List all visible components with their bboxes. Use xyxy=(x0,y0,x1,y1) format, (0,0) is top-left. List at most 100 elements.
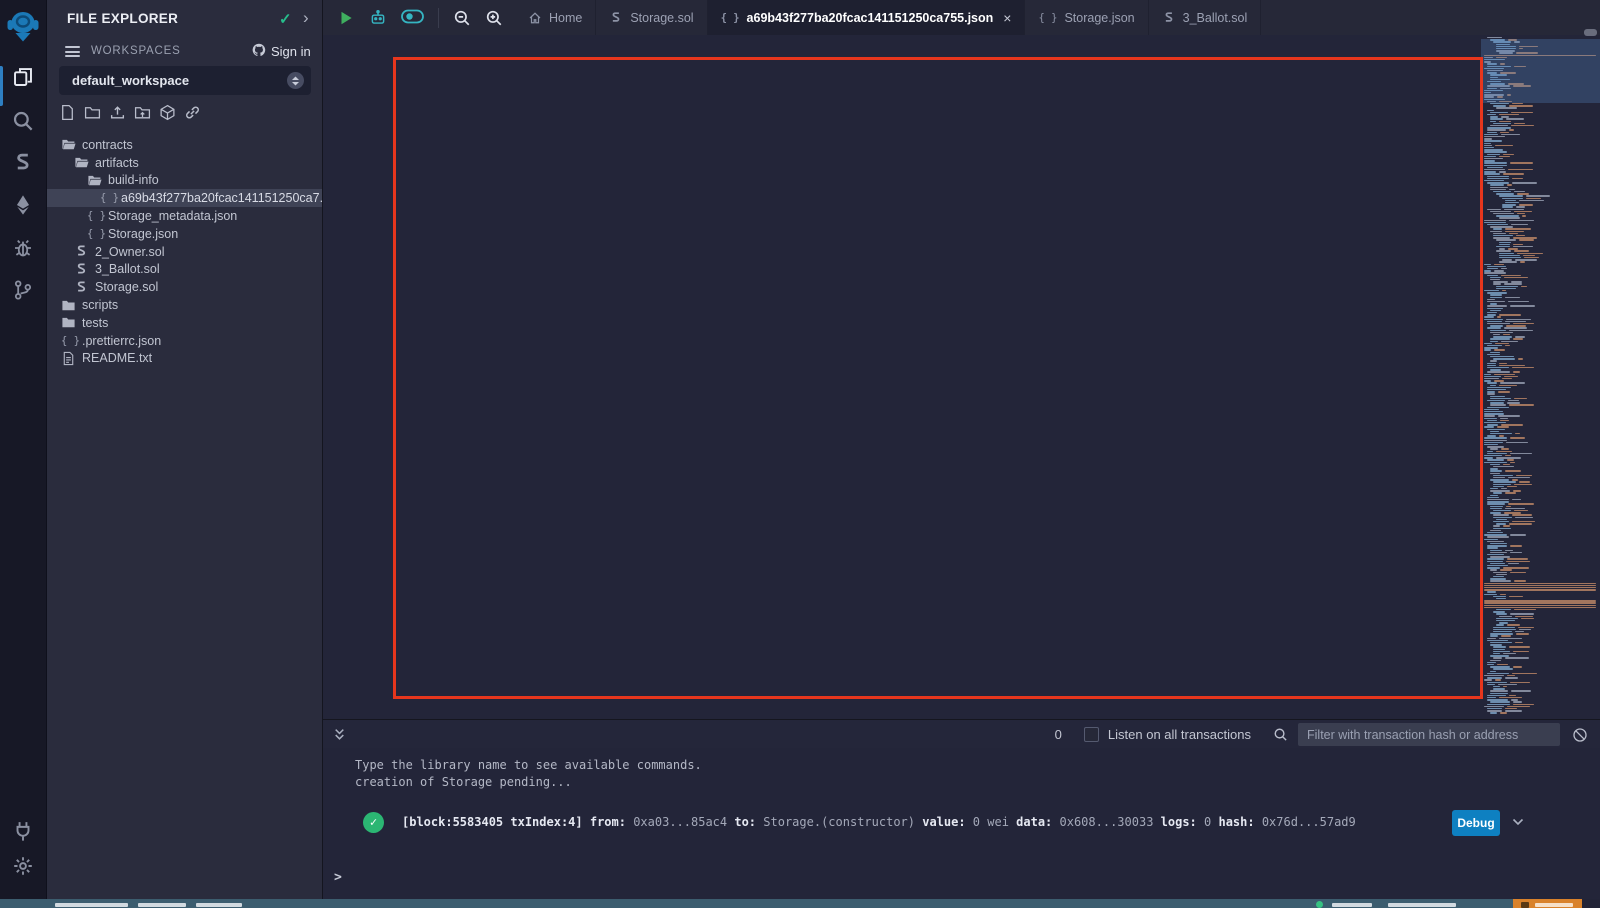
tree-item-label: Storage.sol xyxy=(95,280,158,294)
workspace-select-caret-icon[interactable] xyxy=(287,72,304,89)
file-icon xyxy=(61,351,76,366)
json-file-icon: { } xyxy=(721,12,740,24)
tree-item-label: scripts xyxy=(82,298,118,312)
workspaces-menu-icon[interactable] xyxy=(65,46,80,57)
tree-item-contracts[interactable]: contracts xyxy=(47,136,322,154)
run-script-icon[interactable] xyxy=(337,9,355,27)
transaction-count-badge: 0 xyxy=(1055,727,1062,742)
tree-item-tests[interactable]: tests xyxy=(47,314,322,332)
plugin-manager-icon[interactable] xyxy=(12,820,34,842)
git-icon[interactable] xyxy=(12,279,34,301)
upload-folder-icon[interactable] xyxy=(134,104,151,121)
file-tree: contracts artifacts build-info { }a69b43f27… xyxy=(47,136,322,367)
ipfs-cube-icon[interactable] xyxy=(159,104,176,121)
tab-3-ballot-sol[interactable]: 3_Ballot.sol xyxy=(1149,0,1262,35)
copilot-toggle-icon[interactable] xyxy=(401,9,424,27)
plugin-icon-rail xyxy=(0,0,47,899)
tree-item-a69b43f277ba20fcac141151250ca7-[interactable]: { }a69b43f277ba20fcac141151250ca7... xyxy=(47,189,322,207)
tab-storage-json[interactable]: { }Storage.json xyxy=(1025,0,1148,35)
tree-item-3-ballot-sol[interactable]: 3_Ballot.sol xyxy=(47,261,322,279)
tab-label: 3_Ballot.sol xyxy=(1183,11,1248,25)
folder-open-icon xyxy=(74,155,89,170)
tree-item-label: Storage.json xyxy=(108,227,178,241)
listen-label[interactable]: Listen on all transactions xyxy=(1108,727,1251,742)
link-icon[interactable] xyxy=(184,104,201,121)
folder-open-icon xyxy=(61,137,76,152)
file-explorer-icon[interactable] xyxy=(12,66,34,88)
close-icon[interactable]: × xyxy=(1003,10,1011,26)
tab-label: Storage.sol xyxy=(630,11,693,25)
ai-assistant-icon[interactable] xyxy=(369,9,387,27)
tree-item-storage-json[interactable]: { } Storage.json xyxy=(47,225,322,243)
folder-icon xyxy=(61,298,76,313)
tree-item-label: artifacts xyxy=(95,156,139,170)
folder-open-icon xyxy=(87,173,102,188)
expand-transaction-icon[interactable] xyxy=(1512,818,1524,827)
zoom-out-icon[interactable] xyxy=(453,9,471,27)
upload-file-icon[interactable] xyxy=(109,104,126,121)
status-ok-dot xyxy=(1316,901,1323,908)
workspaces-label: WORKSPACES xyxy=(91,45,181,57)
tree-item-label: README.txt xyxy=(82,351,152,365)
minimap[interactable] xyxy=(1481,35,1600,719)
tree-item-label: .prettierrc.json xyxy=(82,334,161,348)
terminal-output[interactable]: Type the library name to see available c… xyxy=(323,748,1600,899)
json-file-icon: { } xyxy=(61,335,76,347)
new-file-icon[interactable] xyxy=(59,104,76,121)
scrollbar-thumb[interactable] xyxy=(1584,29,1597,36)
tree-item-label: 3_Ballot.sol xyxy=(95,262,160,276)
tabs: Home Storage.sol { }a69b43f277ba20fcac1411… xyxy=(515,0,1261,35)
panel-title: FILE EXPLORER xyxy=(67,11,178,26)
tree-item-label: 2_Owner.sol xyxy=(95,245,164,259)
code-editor[interactable]: 4→"solcVersion": "0.8.19",5→"solcLongVer… xyxy=(323,35,1600,719)
transaction-filter-input[interactable] xyxy=(1298,723,1560,746)
deploy-run-icon[interactable] xyxy=(12,194,34,216)
tree-item-artifacts[interactable]: artifacts xyxy=(47,154,322,172)
check-icon: ✓ xyxy=(279,10,292,28)
debugger-icon[interactable] xyxy=(12,237,34,259)
tree-item-label: build-info xyxy=(108,173,159,187)
terminal-collapse-icon[interactable] xyxy=(333,728,346,741)
debug-button[interactable]: Debug xyxy=(1452,810,1500,836)
toolbar-divider xyxy=(438,8,439,28)
status-alert-badge[interactable] xyxy=(1513,899,1582,908)
tab-a69b43f277ba20fcac141151250ca755-json[interactable]: { }a69b43f277ba20fcac141151250ca755.json… xyxy=(708,0,1026,35)
settings-icon[interactable] xyxy=(12,855,34,877)
search-icon[interactable] xyxy=(12,110,34,132)
folder-icon xyxy=(61,315,76,330)
zoom-in-icon[interactable] xyxy=(485,9,503,27)
listen-checkbox[interactable] xyxy=(1084,727,1099,742)
tab-storage-sol[interactable]: Storage.sol xyxy=(596,0,707,35)
workspace-name: default_workspace xyxy=(72,73,189,88)
file-actions-toolbar xyxy=(59,104,201,124)
json-file-icon: { } xyxy=(87,210,102,222)
tree-item-storage-sol[interactable]: Storage.sol xyxy=(47,278,322,296)
tree-item-build-info[interactable]: build-info xyxy=(47,172,322,190)
solidity-compiler-icon[interactable] xyxy=(12,152,34,174)
transaction-row[interactable]: ✓ [block:5583405 txIndex:4] from: 0xa03.… xyxy=(323,810,1600,836)
minimap-viewport[interactable] xyxy=(1481,39,1600,103)
json-file-icon: { } xyxy=(87,228,102,240)
tree-item-scripts[interactable]: scripts xyxy=(47,296,322,314)
terminal-toolbar: 0 Listen on all transactions xyxy=(323,719,1600,749)
remix-logo[interactable] xyxy=(6,8,40,44)
tab-home[interactable]: Home xyxy=(515,0,596,35)
chevron-right-icon[interactable]: › xyxy=(303,8,309,28)
tree-item-readme-txt[interactable]: README.txt xyxy=(47,350,322,368)
tree-item-storage-metadata-json[interactable]: { } Storage_metadata.json xyxy=(47,207,322,225)
new-folder-icon[interactable] xyxy=(84,104,101,121)
status-bar xyxy=(0,899,1600,908)
solidity-file-icon xyxy=(74,262,89,277)
clear-console-icon[interactable] xyxy=(1572,727,1588,743)
tree-item-label: contracts xyxy=(82,138,133,152)
workspace-select[interactable]: default_workspace xyxy=(59,66,311,95)
terminal-prompt[interactable]: > xyxy=(334,870,342,885)
sign-in-button[interactable]: Sign in xyxy=(271,44,311,59)
search-icon[interactable] xyxy=(1273,727,1288,742)
solidity-file-icon xyxy=(1162,11,1176,25)
tree-item-label: Storage_metadata.json xyxy=(108,209,237,223)
tab-label: Home xyxy=(549,11,582,25)
tree-item--prettierrc-json[interactable]: { } .prettierrc.json xyxy=(47,332,322,350)
editor-tab-bar: Home Storage.sol { }a69b43f277ba20fcac1411… xyxy=(323,0,1600,36)
tree-item-2-owner-sol[interactable]: 2_Owner.sol xyxy=(47,243,322,261)
